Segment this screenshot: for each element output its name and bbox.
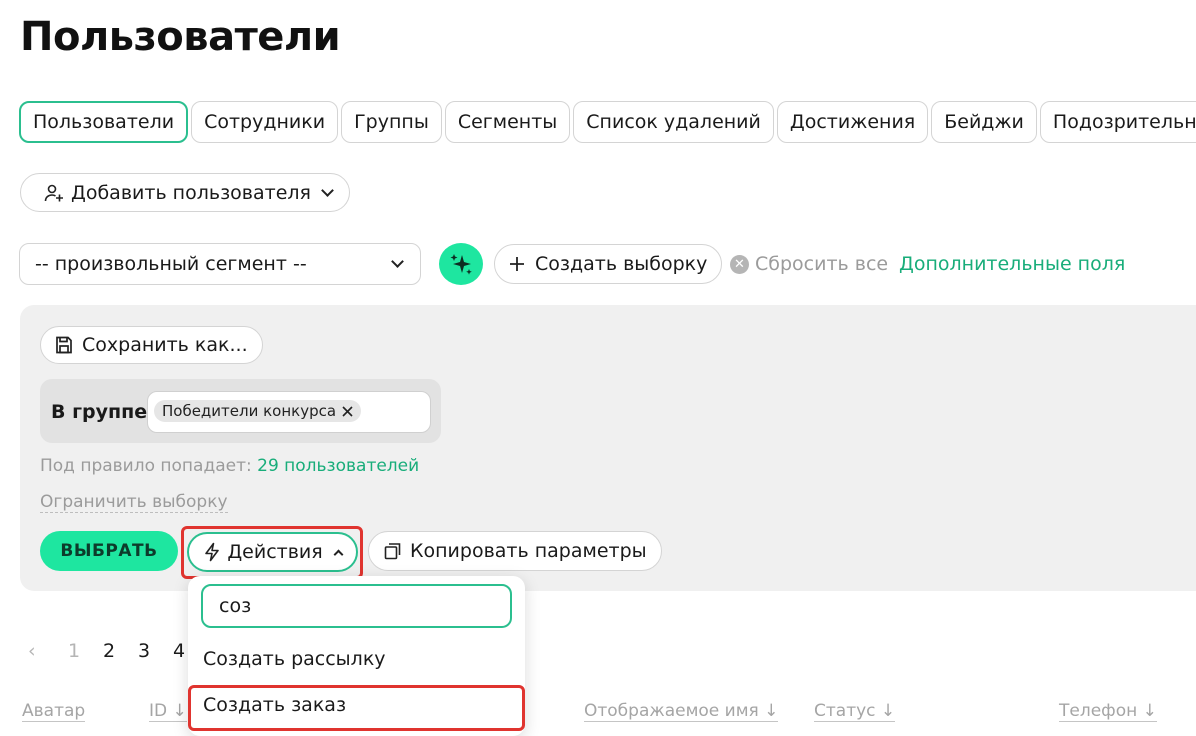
add-user-button[interactable]: Добавить пользователя [20, 173, 350, 212]
rule-count-prefix: Под правило попадает: [40, 456, 258, 476]
page-2[interactable]: 2 [103, 640, 138, 662]
pagination: ‹ 1 2 3 4 [28, 640, 208, 662]
column-header-display-name[interactable]: Отображаемое имя ↓ [584, 701, 779, 722]
actions-highlight-box [181, 526, 363, 579]
copy-icon [384, 542, 402, 560]
actions-search-input[interactable] [201, 584, 512, 628]
select-button[interactable]: ВЫБРАТЬ [40, 531, 178, 571]
plus-icon [509, 256, 525, 272]
close-icon[interactable] [342, 405, 353, 417]
segment-select-value: -- произвольный сегмент -- [35, 253, 307, 275]
ai-sparkle-button[interactable] [439, 243, 483, 285]
tab-suspicious[interactable]: Подозрительные [1039, 101, 1196, 143]
save-as-label: Сохранить как... [82, 334, 248, 356]
create-order-highlight-box [188, 685, 525, 731]
column-header-phone[interactable]: Телефон ↓ [1059, 701, 1157, 722]
page-title: Пользователи [20, 14, 341, 60]
sparkle-icon [447, 250, 475, 278]
page-1[interactable]: 1 [68, 640, 103, 662]
add-user-label: Добавить пользователя [71, 181, 311, 204]
create-selection-label: Создать выборку [535, 253, 708, 275]
tab-badges[interactable]: Бейджи [931, 101, 1037, 143]
tab-employees[interactable]: Сотрудники [191, 101, 339, 143]
page-3[interactable]: 3 [138, 640, 173, 662]
chevron-down-icon [321, 183, 334, 197]
tab-segments[interactable]: Сегменты [444, 101, 571, 143]
rule-count: Под правило попадает: 29 пользователей [40, 456, 419, 476]
column-header-avatar[interactable]: Аватар [22, 701, 86, 722]
limit-selection-link[interactable]: Ограничить выборку [40, 492, 228, 513]
group-chip-label: Победители конкурса [162, 402, 337, 420]
copy-params-button[interactable]: Копировать параметры [368, 531, 662, 571]
create-selection-button[interactable]: Создать выборку [494, 244, 723, 284]
tab-bar: Пользователи Сотрудники Группы Сегменты … [19, 101, 1196, 143]
extra-fields-link[interactable]: Дополнительные поля [899, 253, 1125, 275]
rule-count-link[interactable]: 29 пользователей [257, 456, 419, 476]
tab-groups[interactable]: Группы [341, 101, 442, 143]
chevron-down-icon [391, 254, 404, 268]
floppy-disk-icon [54, 335, 74, 355]
tab-users[interactable]: Пользователи [19, 101, 189, 143]
user-plus-icon [43, 182, 65, 204]
reset-all-button[interactable]: ✕ Сбросить все [730, 253, 888, 275]
save-as-button[interactable]: Сохранить как... [40, 326, 263, 364]
segment-select[interactable]: -- произвольный сегмент -- [19, 243, 421, 285]
action-item-create-mailing[interactable]: Создать рассылку [203, 648, 386, 670]
group-chip: Победители конкурса [154, 400, 362, 422]
reset-all-label: Сбросить все [755, 253, 889, 275]
prev-page-button[interactable]: ‹ [28, 640, 68, 662]
rule-label: В группе [51, 401, 148, 423]
tab-deletion-list[interactable]: Список удалений [573, 101, 774, 143]
tab-achievements[interactable]: Достижения [776, 101, 929, 143]
column-header-status[interactable]: Статус ↓ [814, 701, 896, 722]
column-header-id[interactable]: ID ↓ [149, 701, 187, 722]
close-circle-icon: ✕ [730, 254, 749, 274]
copy-params-label: Копировать параметры [410, 540, 647, 562]
